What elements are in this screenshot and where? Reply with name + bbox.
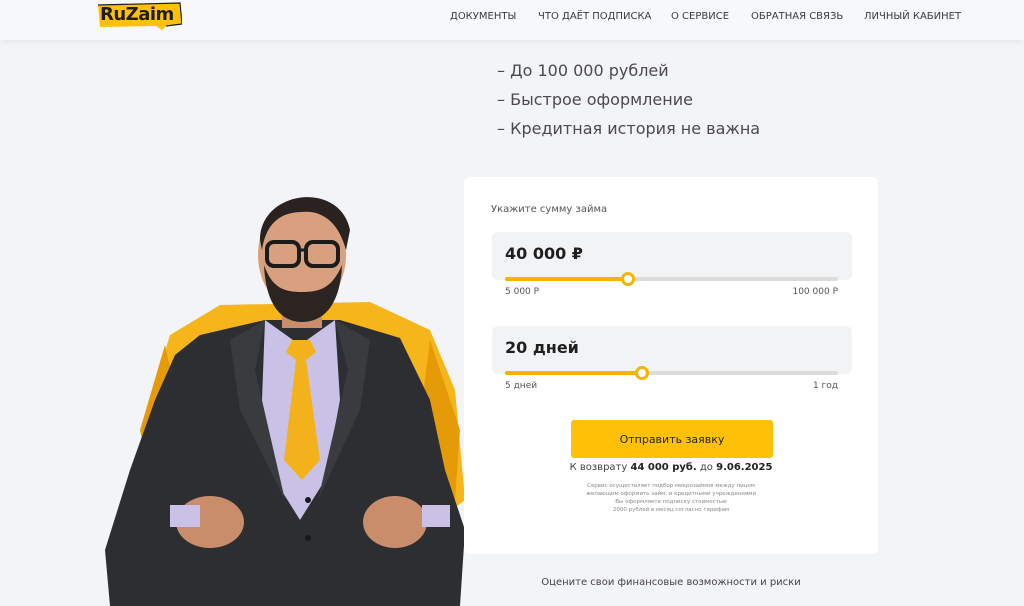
return-summary: К возврату 44 000 руб. до 9.06.2025	[464, 462, 878, 473]
feature-item: – Быстрое оформление	[497, 90, 693, 109]
amount-prompt-label: Укажите сумму займа	[491, 204, 608, 215]
main-nav: ДОКУМЕНТЫ ЧТО ДАЁТ ПОДПИСКА О СЕРВИСЕ ОБ…	[0, 11, 1024, 25]
amount-slider-track[interactable]	[505, 272, 838, 286]
nav-documents[interactable]: ДОКУМЕНТЫ	[450, 11, 516, 22]
amount-value-box: 40 000 ₽	[492, 232, 852, 280]
site-header: RuZaim ДОКУМЕНТЫ ЧТО ДАЁТ ПОДПИСКА О СЕР…	[0, 0, 1024, 40]
return-middle: до	[699, 462, 713, 473]
amount-slider-thumb[interactable]	[621, 272, 636, 286]
return-prefix: К возврату	[569, 462, 628, 473]
term-value: 20 дней	[505, 338, 579, 357]
disclaimer-text: Сервис осуществляет подбор микрозаймов м…	[544, 482, 798, 514]
loan-form-card: Укажите сумму займа 40 000 ₽ 5 000 Р 100…	[464, 177, 878, 554]
nav-subscription-benefits[interactable]: ЧТО ДАЁТ ПОДПИСКА	[538, 11, 651, 22]
disclaimer-line: Вы оформляете подписку стоимостью	[615, 499, 727, 505]
submit-application-button[interactable]: Отправить заявку	[571, 420, 773, 458]
term-value-box: 20 дней	[492, 326, 852, 374]
term-slider-thumb[interactable]	[634, 366, 649, 380]
amount-min-label: 5 000 Р	[505, 287, 540, 297]
term-slider-fill	[505, 371, 642, 375]
disclaimer-line: Сервис осуществляет подбор микрозаймов м…	[587, 483, 755, 489]
term-min-label: 5 дней	[505, 381, 538, 391]
disclaimer-line: желающим оформить займ, и кредитными учр…	[585, 491, 757, 497]
nav-feedback[interactable]: ОБРАТНАЯ СВЯЗЬ	[751, 11, 843, 22]
features-list: – До 100 000 рублей – Быстрое оформление…	[497, 60, 760, 147]
nav-personal-account[interactable]: ЛИЧНЫЙ КАБИНЕТ	[864, 11, 961, 22]
feature-item: – Кредитная история не важна	[497, 119, 761, 138]
amount-slider-fill	[505, 277, 629, 281]
term-max-label: 1 год	[812, 381, 838, 391]
return-date: 9.06.2025	[716, 462, 773, 473]
amount-value: 40 000 ₽	[505, 244, 583, 263]
risk-notice-text: Оцените свои финансовые возможности и ри…	[541, 577, 801, 588]
disclaimer-line: 2000 рублей в месяц согласно тарифам	[612, 507, 730, 513]
feature-item: – До 100 000 рублей	[497, 61, 669, 80]
amount-max-label: 100 000 Р	[792, 287, 838, 297]
hero-businessman-image	[70, 170, 470, 606]
nav-about-service[interactable]: О СЕРВИСЕ	[671, 11, 729, 22]
term-slider-track[interactable]	[505, 366, 838, 380]
return-amount: 44 000 руб.	[630, 462, 697, 473]
